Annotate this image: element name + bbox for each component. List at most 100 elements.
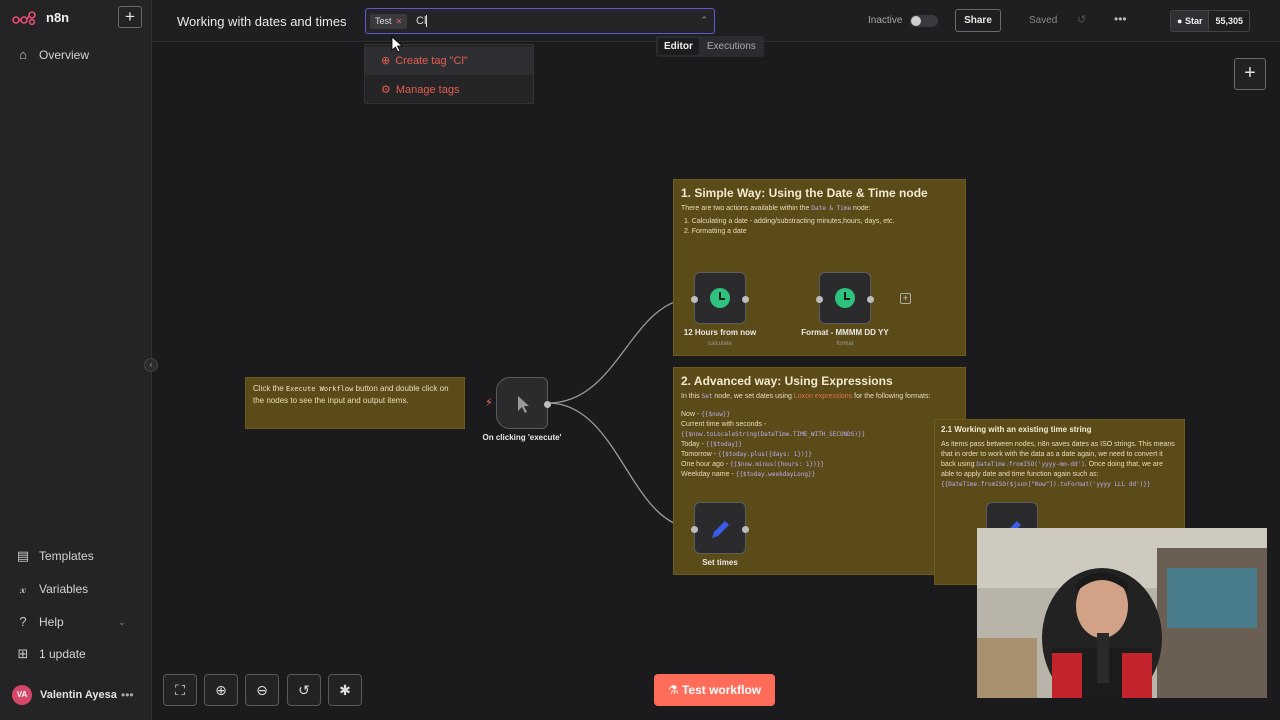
more-icon[interactable]: ••• — [1114, 12, 1127, 26]
format-row: Today - {{$today}} — [681, 440, 958, 450]
reset-zoom-button[interactable]: ↺ — [287, 674, 321, 706]
test-workflow-button[interactable]: ⚗ Test workflow — [654, 674, 775, 706]
format-label: Tomorrow - — [681, 451, 718, 458]
sidebar-item-label: 1 update — [39, 647, 86, 661]
sticky-intro-text: Click the Execute Workflow button and do… — [253, 383, 457, 406]
node-label: 12 Hours from now — [683, 328, 757, 337]
sidebar-item-variables[interactable]: 𝓍 Variables — [16, 581, 88, 597]
input-handle[interactable] — [816, 296, 823, 303]
format-label: Now - — [681, 411, 702, 418]
github-star-button[interactable]: ● Star 55,305 — [1170, 10, 1250, 32]
zoom-in-button[interactable]: ⊕ — [204, 674, 238, 706]
sticky-simple-line1: There are two actions available within t… — [681, 204, 958, 214]
luxon-link[interactable]: Luxon expressions — [794, 393, 852, 400]
flask-icon: ⚗ — [667, 683, 679, 697]
chevron-down-icon[interactable]: ⌄ — [118, 617, 126, 628]
format-code: {{$today.plus({days: 1})}} — [717, 451, 812, 458]
input-handle[interactable] — [691, 526, 698, 533]
format-row: Current time with seconds - — [681, 420, 958, 430]
pencil-icon — [712, 521, 729, 538]
github-star-text: Star — [1184, 16, 1203, 26]
logo-text: n8n — [46, 10, 70, 25]
format-code: {{$now.minus({hours: 1})}} — [730, 461, 824, 468]
adv-intro-b: node, we set dates using — [712, 393, 794, 400]
sticky-simple-item2: 2. Formatting a date — [684, 228, 747, 235]
node-label: On clicking 'execute' — [482, 433, 562, 442]
cursor-icon — [518, 396, 529, 413]
clock-icon — [835, 288, 855, 308]
node-subtitle: format — [836, 341, 854, 347]
format-label: Current time with seconds - — [681, 421, 767, 428]
format-row: Tomorrow - {{$today.plus({days: 1})}} — [681, 450, 958, 460]
tag-dropdown: ⊕ Create tag "Cl" ⚙ Manage tags — [364, 44, 534, 104]
output-handle[interactable] — [867, 296, 874, 303]
variables-icon: 𝓍 — [19, 581, 27, 596]
node-label: Format - MMMM DD YY — [801, 328, 889, 337]
webcam-image — [977, 528, 1267, 698]
simple-line1-b: node: — [851, 205, 871, 212]
input-handle[interactable] — [691, 296, 698, 303]
open-nodes-panel-button[interactable]: + — [1234, 58, 1266, 90]
clock-icon — [710, 288, 730, 308]
add-workflow-button[interactable]: + — [118, 6, 142, 28]
share-button[interactable]: Share — [955, 9, 1001, 32]
templates-icon: ▤ — [16, 548, 30, 563]
sidebar-item-help[interactable]: ? Help — [16, 614, 63, 629]
manage-tags-label: Manage tags — [395, 84, 460, 96]
node-set-times[interactable] — [691, 502, 749, 554]
more-options-icon[interactable]: ••• — [121, 688, 134, 702]
intro-code: Execute Workflow — [285, 385, 354, 393]
user-name: Valentin Ayesa — [40, 689, 117, 701]
webcam-overlay — [977, 528, 1267, 698]
saved-status: Saved — [1029, 15, 1058, 26]
output-handle[interactable] — [742, 296, 749, 303]
n8n-logo[interactable]: n8n — [12, 10, 69, 25]
sticky-existing-title: 2.1 Working with an existing time string — [941, 425, 1092, 434]
format-label: One hour ago - — [681, 461, 731, 468]
add-node-plus-icon[interactable]: + — [900, 293, 911, 304]
remove-tag-icon[interactable]: ✕ — [396, 14, 403, 29]
history-icon[interactable]: ↺ — [1077, 13, 1086, 26]
format-code: {{$now.toLocaleString(DateTime.TIME_WITH… — [681, 431, 866, 438]
adv-intro-code: Set — [701, 393, 713, 400]
sidebar-item-label: Templates — [39, 549, 94, 563]
github-star-label: ● Star — [1171, 11, 1209, 31]
node-12-hours-from-now[interactable] — [691, 272, 749, 324]
tab-editor[interactable]: Editor — [658, 38, 699, 55]
debug-bug-button[interactable]: ✱ — [328, 674, 362, 706]
github-star-count: 55,305 — [1208, 11, 1249, 31]
chevron-up-icon[interactable]: ⌃ — [700, 15, 708, 26]
output-handle[interactable] — [742, 526, 749, 533]
sticky-note-intro[interactable]: Click the Execute Workflow button and do… — [245, 377, 465, 429]
plus-circle-icon: ⊕ — [381, 55, 391, 67]
format-label: Today - — [681, 441, 706, 448]
sidebar-item-update[interactable]: ⊞ 1 update — [16, 646, 86, 662]
format-code: {{$today.weekdayLong}} — [735, 471, 816, 478]
sticky-advanced-title: 2. Advanced way: Using Expressions — [681, 374, 893, 388]
simple-line1-code: Date & Time — [811, 205, 852, 212]
output-handle[interactable] — [544, 401, 551, 408]
active-toggle[interactable] — [910, 15, 938, 27]
view-tabs: Editor Executions — [656, 36, 764, 57]
manage-tags-option[interactable]: ⚙ Manage tags — [365, 76, 533, 104]
format-code: {{$today}} — [705, 441, 743, 448]
user-profile[interactable]: VA Valentin Ayesa — [12, 685, 117, 705]
sidebar-item-templates[interactable]: ▤ Templates — [16, 548, 94, 564]
adv-intro-c: for the following formats: — [852, 393, 931, 400]
adv-intro-a: In this — [681, 393, 702, 400]
node-manual-trigger[interactable] — [496, 377, 551, 429]
zoom-out-button[interactable]: ⊖ — [245, 674, 279, 706]
sticky-advanced-intro: In this Set node, we set dates using Lux… — [681, 392, 958, 402]
collapse-sidebar-icon[interactable]: ‹ — [144, 358, 158, 372]
sidebar-item-label: Variables — [39, 582, 89, 596]
home-icon: ⌂ — [19, 47, 27, 62]
node-format-date[interactable] — [816, 272, 874, 324]
workflow-name[interactable]: Working with dates and times — [177, 14, 347, 29]
tab-executions[interactable]: Executions — [701, 38, 762, 55]
tag-typed-text: Cl — [416, 15, 428, 28]
zoom-to-fit-button[interactable]: ⛶ — [163, 674, 197, 706]
node-subtitle: calculate — [708, 341, 732, 347]
sidebar-item-overview[interactable]: ⌂ Overview — [16, 47, 89, 62]
tag-input[interactable]: Test ✕ Cl ⌃ — [365, 8, 715, 34]
sticky-existing-body: As items pass between nodes, n8n saves d… — [941, 440, 1178, 490]
